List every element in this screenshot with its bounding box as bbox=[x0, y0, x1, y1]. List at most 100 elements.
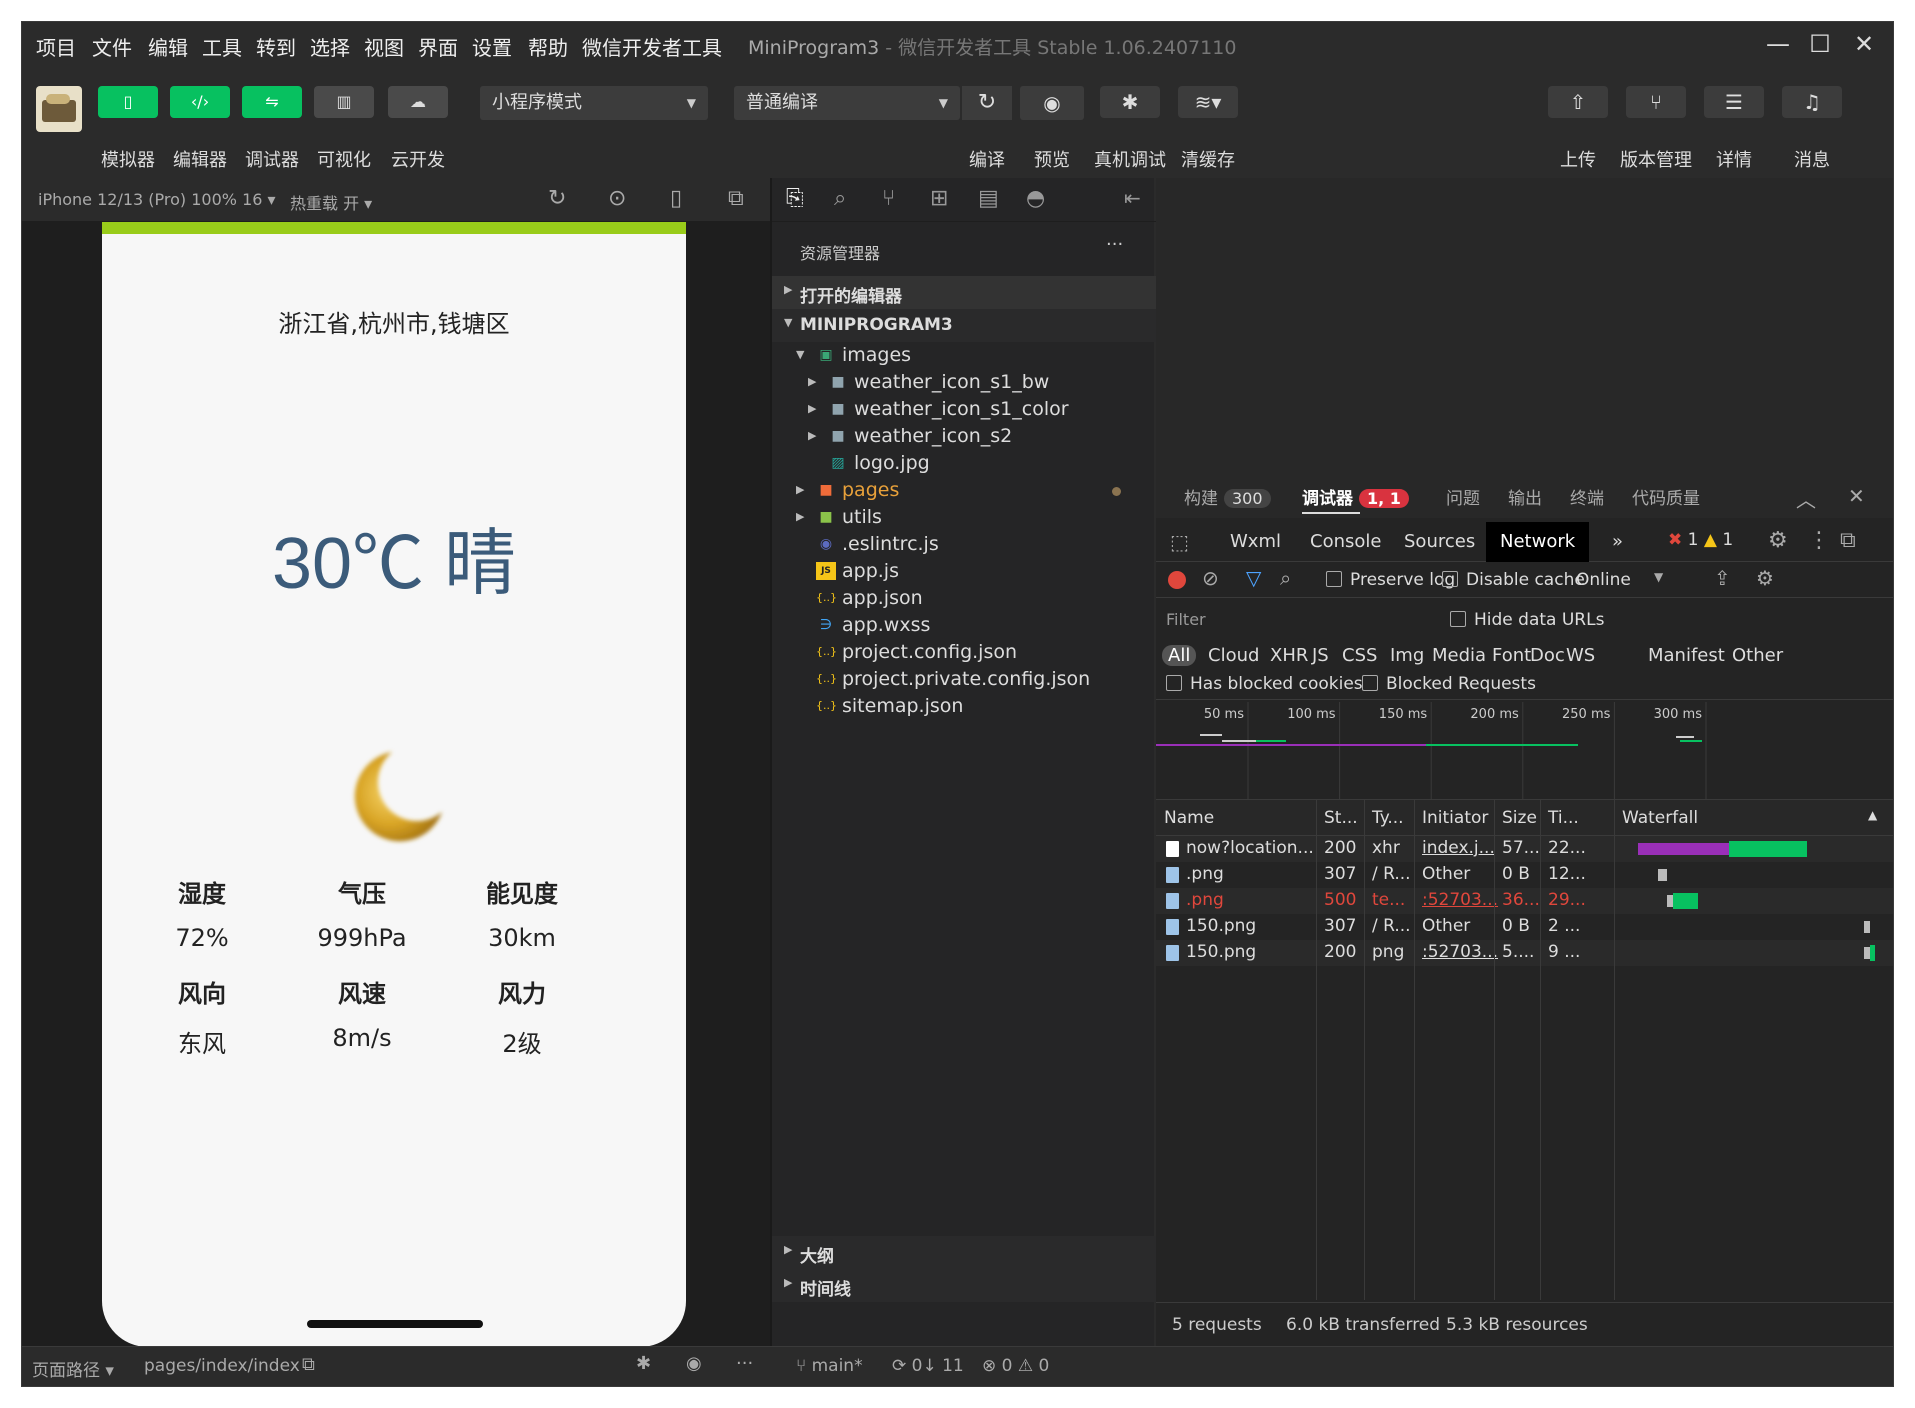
file-tree-item[interactable]: ▼ ▣ images bbox=[772, 342, 1156, 369]
sort-up-icon[interactable]: ▲ bbox=[1868, 808, 1877, 822]
type-filter-xhr[interactable]: XHR bbox=[1270, 645, 1308, 666]
git-branch[interactable]: ⑂ main* bbox=[796, 1356, 863, 1376]
copy-icon[interactable]: ⧉ bbox=[302, 1354, 315, 1375]
column-divider[interactable] bbox=[1316, 800, 1317, 1300]
details-button[interactable]: ☰ bbox=[1704, 86, 1764, 118]
col-size[interactable]: Size bbox=[1502, 808, 1537, 828]
subtab-wxml[interactable]: Wxml bbox=[1216, 522, 1295, 562]
column-divider[interactable] bbox=[1614, 800, 1615, 1300]
storage-icon[interactable]: ▤ bbox=[978, 186, 999, 211]
remote-debug-button[interactable]: ✱ bbox=[1100, 86, 1160, 118]
menu-item[interactable]: 工具 bbox=[202, 32, 242, 61]
cell-initiator[interactable]: Other bbox=[1422, 916, 1470, 936]
tab-debugger[interactable]: 调试器 1, 1 bbox=[1302, 484, 1409, 509]
menu-item[interactable]: 帮助 bbox=[528, 32, 568, 61]
type-filter-manifest[interactable]: Manifest bbox=[1648, 645, 1725, 666]
filter-input[interactable]: Filter bbox=[1164, 606, 1364, 634]
type-filter-cloud[interactable]: Cloud bbox=[1208, 645, 1259, 666]
compile-button[interactable]: ↻ bbox=[962, 86, 1012, 120]
network-settings-icon[interactable]: ⚙ bbox=[1756, 566, 1774, 590]
col-name[interactable]: Name bbox=[1164, 808, 1214, 828]
menu-item[interactable]: 编辑 bbox=[148, 32, 188, 61]
editor-toggle-button[interactable]: ‹/› bbox=[170, 86, 230, 118]
hot-reload-toggle[interactable]: 热重载 开 ▾ bbox=[290, 190, 372, 214]
menu-item[interactable]: 项目 bbox=[36, 32, 76, 61]
col-type[interactable]: Ty... bbox=[1372, 808, 1404, 828]
avatar[interactable] bbox=[36, 86, 82, 132]
col-waterfall[interactable]: Waterfall bbox=[1622, 808, 1698, 828]
outline-section[interactable]: ▶ 大纲 bbox=[772, 1236, 1156, 1269]
rotate-icon[interactable]: ↻ bbox=[548, 186, 566, 211]
type-filter-ws[interactable]: WS bbox=[1566, 645, 1595, 666]
table-row[interactable]: 150.png 307 / R... Other 0 B 2 ... bbox=[1156, 914, 1893, 940]
git-sync[interactable]: ⟳ 0↓ 11 bbox=[892, 1356, 964, 1376]
type-filter-doc[interactable]: Doc bbox=[1530, 645, 1565, 666]
type-filter-css[interactable]: CSS bbox=[1342, 645, 1377, 666]
settings-icon[interactable]: ⚙ bbox=[1768, 528, 1788, 553]
file-tree-item[interactable]: {..} project.config.json bbox=[772, 639, 1156, 666]
type-filter-other[interactable]: Other bbox=[1732, 645, 1783, 666]
close-icon[interactable]: ✕ bbox=[1848, 484, 1865, 508]
preview-button[interactable]: ◉ bbox=[1020, 86, 1084, 120]
tab-build[interactable]: 构建 300 bbox=[1184, 484, 1271, 509]
table-row[interactable]: .png 500 te...:52703... 36... 29... bbox=[1156, 888, 1893, 914]
type-filter-font[interactable]: Font bbox=[1492, 645, 1531, 666]
cell-name[interactable]: .png bbox=[1186, 890, 1224, 910]
type-filter-all[interactable]: All bbox=[1162, 645, 1197, 666]
visual-toggle-button[interactable]: ▥ bbox=[314, 86, 374, 118]
bug-icon[interactable]: ✱ bbox=[636, 1353, 651, 1374]
has-blocked-cookies-checkbox[interactable]: Has blocked cookies bbox=[1166, 674, 1363, 694]
extensions-icon[interactable]: ⊞ bbox=[930, 186, 948, 211]
timeline-section[interactable]: ▶ 时间线 bbox=[772, 1269, 1156, 1302]
simulator-toggle-button[interactable]: ▯ bbox=[98, 86, 158, 118]
file-tree-item[interactable]: ▶ ■ weather_icon_s2 bbox=[772, 423, 1156, 450]
cloud-dev-button[interactable]: ☁ bbox=[388, 86, 448, 118]
blocked-requests-checkbox[interactable]: Blocked Requests bbox=[1362, 674, 1536, 694]
issue-counts[interactable]: ✖ 1 ▲ 1 bbox=[1668, 530, 1733, 550]
cell-name[interactable]: .png bbox=[1186, 864, 1224, 884]
table-row[interactable]: now?location... 200 xhr index.j... 57... 22..… bbox=[1156, 836, 1893, 862]
column-divider[interactable] bbox=[1540, 800, 1541, 1300]
messages-button[interactable]: ♫ bbox=[1782, 86, 1842, 118]
maximize-button[interactable]: ☐ bbox=[1800, 28, 1840, 60]
compile-mode-select[interactable]: 普通编译 ▼ bbox=[734, 86, 960, 120]
col-initiator[interactable]: Initiator bbox=[1422, 808, 1488, 828]
column-divider[interactable] bbox=[1414, 800, 1415, 1300]
subtab-console[interactable]: Console bbox=[1296, 522, 1395, 562]
table-row[interactable]: .png 307 / R... Other 0 B 12... bbox=[1156, 862, 1893, 888]
menu-item[interactable]: 转到 bbox=[256, 32, 296, 61]
table-row[interactable]: 150.png 200 png:52703... 5.... 9 ... bbox=[1156, 940, 1893, 966]
files-icon[interactable]: ⎘ bbox=[786, 186, 804, 211]
file-tree-item[interactable]: {..} app.json bbox=[772, 585, 1156, 612]
file-tree-item[interactable]: ∋ app.wxss bbox=[772, 612, 1156, 639]
file-tree-item[interactable]: ▶ ■ weather_icon_s1_color bbox=[772, 396, 1156, 423]
file-tree-item[interactable]: JS app.js bbox=[772, 558, 1156, 585]
type-filter-js[interactable]: JS bbox=[1312, 645, 1329, 666]
menu-item[interactable]: 视图 bbox=[364, 32, 404, 61]
menu-item[interactable]: 界面 bbox=[418, 32, 458, 61]
collapse-panel-icon[interactable]: ⇤ bbox=[1124, 186, 1141, 210]
subtab-network[interactable]: Network bbox=[1486, 522, 1590, 562]
type-filter-img[interactable]: Img bbox=[1390, 645, 1424, 666]
clear-cache-button[interactable]: ≋▾ bbox=[1178, 86, 1238, 118]
upload-button[interactable]: ⇧ bbox=[1548, 86, 1608, 118]
project-section[interactable]: ▼ MINIPROGRAM3 bbox=[772, 309, 1156, 342]
file-tree-item[interactable]: {..} project.private.config.json bbox=[772, 666, 1156, 693]
tab-problems[interactable]: 问题 bbox=[1446, 484, 1480, 509]
cell-name[interactable]: 150.png bbox=[1186, 916, 1256, 936]
cell-name[interactable]: now?location... bbox=[1186, 838, 1314, 858]
cell-initiator[interactable]: Other bbox=[1422, 864, 1470, 884]
file-tree-item[interactable]: ▶ ■ pages bbox=[772, 477, 1156, 504]
cell-initiator[interactable]: index.j... bbox=[1422, 838, 1495, 858]
type-filter-media[interactable]: Media bbox=[1432, 645, 1486, 666]
filter-icon[interactable]: ▽ bbox=[1246, 566, 1261, 590]
file-tree-item[interactable]: {..} sitemap.json bbox=[772, 693, 1156, 720]
import-icon[interactable]: ⇪ bbox=[1714, 566, 1731, 590]
minimize-button[interactable]: — bbox=[1758, 28, 1798, 60]
file-tree-item[interactable]: ◉ .eslintrc.js bbox=[772, 531, 1156, 558]
dock-icon[interactable]: ⧉ bbox=[1840, 528, 1856, 553]
menu-item[interactable]: 文件 bbox=[92, 32, 132, 61]
popout-icon[interactable]: ⧉ bbox=[728, 186, 744, 211]
tab-terminal[interactable]: 终端 bbox=[1570, 484, 1604, 509]
throttle-select[interactable]: Online bbox=[1576, 570, 1631, 590]
